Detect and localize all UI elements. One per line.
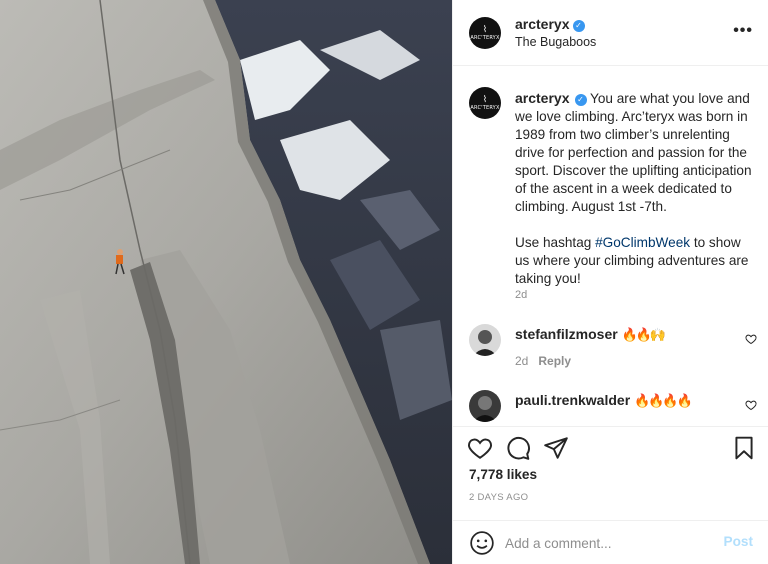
post-side-panel: ⌇ ARC'TERYX arcteryx ✓ The Bugaboos ••• ⌇ A…: [452, 0, 768, 564]
climbing-wall-image: [0, 0, 452, 564]
comment-like-heart-icon[interactable]: [745, 399, 757, 411]
hashtag-link[interactable]: #GoClimbWeek: [595, 235, 690, 250]
commenter-avatar-image: [469, 324, 501, 356]
post-caption: arcteryx ✓ You are what you love and we l…: [515, 89, 757, 288]
post-location[interactable]: The Bugaboos: [515, 35, 596, 49]
heart-icon[interactable]: [467, 435, 493, 461]
comment-item: stefanfilzmoser 🔥🔥🙌 2d Reply: [453, 324, 768, 374]
caption-text: You are what you love and we love climbi…: [515, 91, 752, 214]
avatar-logo-text: ARC'TERYX: [470, 34, 500, 41]
comment-body: 🔥🔥🔥🔥: [633, 393, 693, 408]
verified-icon: ✓: [572, 20, 585, 32]
comment-meta: 2d Reply: [515, 354, 581, 368]
emoji-icon[interactable]: [469, 530, 495, 556]
caption-username[interactable]: arcteryx: [515, 90, 570, 106]
comment-body: 🔥🔥🙌: [621, 327, 666, 342]
post-timestamp[interactable]: 2 DAYS AGO: [469, 492, 528, 503]
caption-text-2a: Use hashtag: [515, 235, 596, 250]
author-username-text[interactable]: arcteryx: [515, 16, 570, 32]
post-photo[interactable]: [0, 0, 452, 564]
author-avatar[interactable]: ⌇ ARC'TERYX: [469, 17, 501, 49]
avatar-logo-text: ARC'TERYX: [470, 104, 500, 111]
arcteryx-logo-icon: ⌇ ARC'TERYX: [470, 94, 500, 111]
arcteryx-logo-icon: ⌇ ARC'TERYX: [470, 24, 500, 41]
caption-author-avatar[interactable]: ⌇ ARC'TERYX: [469, 87, 501, 119]
post-header: ⌇ ARC'TERYX arcteryx ✓ The Bugaboos •••: [453, 0, 768, 66]
comment-text: stefanfilzmoser 🔥🔥🙌: [515, 326, 666, 343]
caption-timestamp[interactable]: 2d: [515, 289, 527, 301]
post-comment-button[interactable]: Post: [724, 534, 753, 549]
reply-button[interactable]: Reply: [538, 354, 571, 368]
post-actions: 7,778 likes 2 DAYS AGO: [453, 426, 768, 520]
comments-scroll-area[interactable]: ⌇ ARC'TERYX arcteryx ✓ You are what you lo…: [453, 66, 768, 426]
more-options-icon[interactable]: •••: [733, 22, 753, 40]
share-icon[interactable]: [543, 435, 569, 461]
comment-timestamp[interactable]: 2d: [515, 354, 528, 368]
commenter-avatar[interactable]: [469, 390, 501, 422]
comment-text: pauli.trenkwalder 🔥🔥🔥🔥: [515, 392, 693, 409]
comment-icon[interactable]: [505, 435, 531, 461]
likes-count[interactable]: 7,778 likes: [469, 467, 537, 482]
comment-username[interactable]: stefanfilzmoser: [515, 326, 618, 342]
instagram-post-modal: ⌇ ARC'TERYX arcteryx ✓ The Bugaboos ••• ⌇ A…: [0, 0, 768, 564]
commenter-avatar[interactable]: [469, 324, 501, 356]
author-username[interactable]: arcteryx ✓: [515, 16, 585, 32]
comment-username[interactable]: pauli.trenkwalder: [515, 392, 630, 408]
bookmark-icon[interactable]: [731, 435, 757, 461]
comment-item: pauli.trenkwalder 🔥🔥🔥🔥: [453, 390, 768, 426]
comment-input[interactable]: [505, 529, 705, 557]
add-comment-bar: Post: [453, 520, 768, 564]
comment-like-heart-icon[interactable]: [745, 333, 757, 345]
verified-icon: ✓: [574, 94, 587, 106]
commenter-avatar-image: [469, 390, 501, 422]
